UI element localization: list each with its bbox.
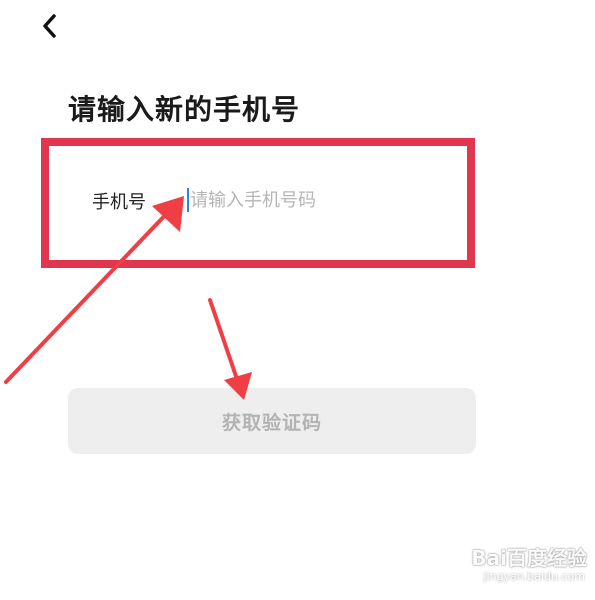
get-verification-code-button[interactable]: 获取验证码 <box>68 388 476 454</box>
watermark-logo: Bai百度经验 <box>471 546 587 570</box>
chevron-left-icon <box>43 14 56 38</box>
phone-field-label: 手机号 <box>92 192 146 213</box>
page-title: 请输入新的手机号 <box>68 93 301 126</box>
watermark: Bai百度经验 jingyan.baidu.com <box>447 534 587 594</box>
phone-field-row: 手机号 <box>88 180 448 220</box>
arrow-to-input <box>4 196 184 384</box>
watermark-url: jingyan.baidu.com <box>483 570 585 583</box>
change-phone-screen: 请输入新的手机号 手机号 获取验证码 Bai百度经验 jingyan.baidu… <box>0 0 595 600</box>
text-caret <box>187 188 189 212</box>
back-button[interactable] <box>36 8 68 44</box>
arrow-to-button <box>208 298 252 400</box>
phone-number-input[interactable] <box>190 184 440 216</box>
